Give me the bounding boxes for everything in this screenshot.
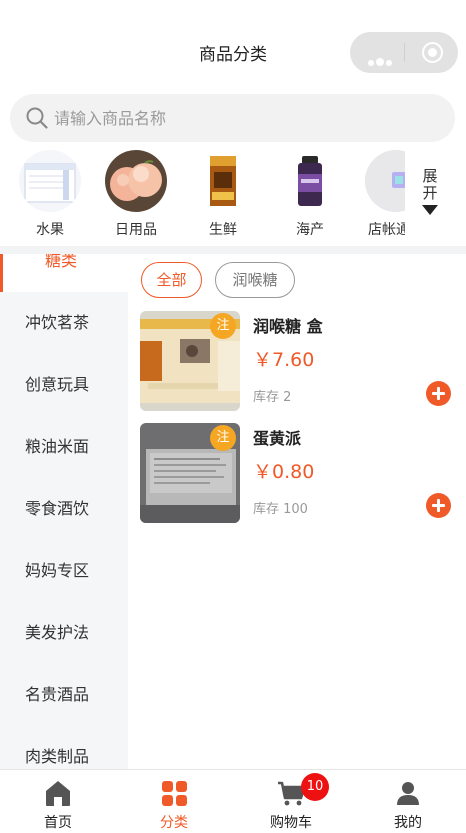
- category-item-fresh[interactable]: 生鲜: [183, 150, 263, 239]
- product-name: 润喉糖 盒: [253, 317, 323, 336]
- category-thumb-store: [365, 150, 405, 212]
- product-stock: 库存 2: [253, 390, 292, 405]
- more-icon[interactable]: [368, 51, 394, 70]
- product-price: ￥7.60: [253, 349, 315, 371]
- side-item-grain-oil[interactable]: 粮油米面: [0, 416, 128, 478]
- product-stock: 库存 100: [253, 502, 308, 517]
- side-category-menu[interactable]: 糖类 冲饮茗茶 创意玩具 粮油米面 零食酒饮 妈妈专区 美发护法 名贵酒品 肉类…: [0, 254, 128, 769]
- tab-home[interactable]: 首页: [0, 770, 116, 833]
- expand-label-1: 展: [422, 167, 438, 185]
- side-item-candy[interactable]: 糖类: [0, 254, 128, 292]
- tab-cart[interactable]: 10 购物车: [233, 770, 349, 833]
- add-to-cart-plus-icon[interactable]: [426, 493, 451, 518]
- search-bar[interactable]: [10, 94, 455, 142]
- cart-count-badge: 10: [301, 773, 329, 801]
- expand-label-2: 开: [422, 184, 438, 202]
- product-name: 蛋黄派: [253, 429, 302, 448]
- section-divider: [0, 246, 466, 254]
- side-item-snacks-wine[interactable]: 零食酒饮: [0, 478, 128, 540]
- side-item-haircare[interactable]: 美发护法: [0, 602, 128, 664]
- tab-label: 首页: [44, 815, 72, 831]
- mini-program-capsule[interactable]: [350, 32, 458, 73]
- tab-label: 分类: [160, 815, 188, 831]
- expand-arrow-icon: [422, 205, 438, 215]
- category-label: 店帐通分: [368, 222, 405, 238]
- tab-label: 购物车: [270, 815, 312, 831]
- bottom-tab-bar: 首页 分类 10 购物车 我的: [0, 769, 466, 833]
- search-input[interactable]: [54, 102, 434, 134]
- nav-header: 商品分类: [0, 0, 466, 96]
- filter-chip-throat-candy[interactable]: 润喉糖: [215, 262, 295, 298]
- category-label: 海产: [296, 222, 324, 238]
- user-icon: [397, 782, 419, 805]
- category-grid-icon: [162, 781, 187, 806]
- category-thumb-bottle: [279, 150, 341, 212]
- category-item-store[interactable]: 店帐通分: [356, 150, 405, 239]
- product-card[interactable]: 注 润喉糖 盒 ￥7.60 库存 2: [140, 311, 460, 411]
- category-thumb-screenshot: [19, 150, 81, 212]
- category-label: 水果: [36, 222, 64, 238]
- search-icon: [26, 107, 48, 129]
- capsule-divider: [404, 43, 405, 62]
- top-category-strip[interactable]: 水果 日用品 生鲜 海产 店帐通: [0, 150, 405, 242]
- home-icon: [46, 781, 70, 806]
- close-target-icon[interactable]: [422, 42, 443, 63]
- filter-chip-all[interactable]: 全部: [141, 262, 202, 298]
- tab-category[interactable]: 分类: [116, 770, 232, 833]
- side-item-mom[interactable]: 妈妈专区: [0, 540, 128, 602]
- tab-mine[interactable]: 我的: [350, 770, 466, 833]
- category-label: 日用品: [115, 222, 157, 238]
- side-item-premium-wine[interactable]: 名贵酒品: [0, 664, 128, 726]
- category-label: 生鲜: [209, 222, 237, 238]
- side-item-meat[interactable]: 肉类制品: [0, 726, 128, 769]
- category-item-fruit[interactable]: 水果: [10, 150, 90, 239]
- product-card[interactable]: 注 蛋黄派 ￥0.80 库存 100: [140, 423, 460, 523]
- product-tag-badge: 注: [210, 425, 236, 451]
- product-price: ￥0.80: [253, 461, 315, 483]
- expand-button[interactable]: 展 开: [410, 168, 450, 215]
- category-thumb-peaches: [105, 150, 167, 212]
- tab-label: 我的: [394, 815, 422, 831]
- add-to-cart-plus-icon[interactable]: [426, 381, 451, 406]
- category-item-daily[interactable]: 日用品: [96, 150, 176, 239]
- side-item-toys[interactable]: 创意玩具: [0, 354, 128, 416]
- category-thumb-coffee-box: [192, 150, 254, 212]
- product-tag-badge: 注: [210, 313, 236, 339]
- category-item-seafood[interactable]: 海产: [270, 150, 350, 239]
- side-item-drinks-tea[interactable]: 冲饮茗茶: [0, 292, 128, 354]
